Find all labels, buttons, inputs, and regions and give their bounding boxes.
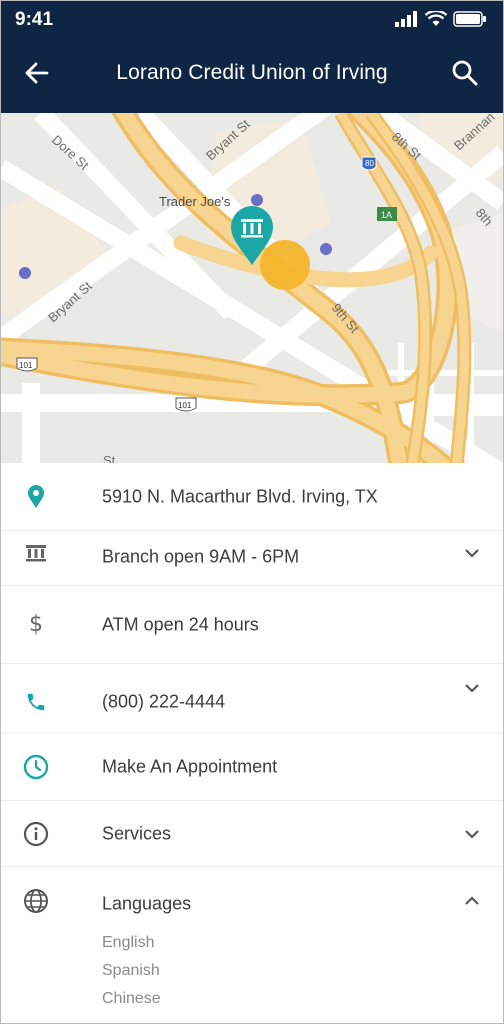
address-row[interactable]: 5910 N. Macarthur Blvd. Irving, TX: [1, 464, 503, 531]
chevron-down-icon[interactable]: [461, 542, 483, 564]
page-title: Lorano Credit Union of Irving: [116, 61, 388, 84]
location-pin-icon: [23, 484, 49, 510]
appointment-row[interactable]: Make An Appointment: [1, 733, 503, 801]
appointment-text[interactable]: Make An Appointment: [102, 756, 277, 777]
highway-101-shield-left: 101: [16, 357, 38, 372]
address-text: 5910 N. Macarthur Blvd. Irving, TX: [102, 486, 378, 507]
svg-text:1A: 1A: [381, 210, 392, 220]
services-row[interactable]: Services: [1, 801, 503, 867]
bank-building-icon: [23, 540, 49, 566]
language-item: English: [102, 934, 155, 951]
services-text: Services: [102, 823, 172, 843]
current-location-dot: [260, 240, 310, 290]
info-icon: [23, 821, 49, 847]
phone-icon: [23, 689, 49, 715]
languages-row[interactable]: Languages English Spanish Chinese: [1, 867, 503, 1023]
search-icon[interactable]: [451, 59, 479, 87]
svg-text:101: 101: [19, 361, 33, 370]
atm-hours-text: ATM open 24 hours: [102, 614, 259, 634]
highway-80-shield: 80: [361, 156, 377, 171]
wifi-icon: [425, 11, 447, 26]
languages-text: Languages: [102, 893, 192, 914]
poi-shopping-icon: [19, 267, 31, 279]
svg-text:101: 101: [178, 401, 192, 410]
app-screen: 9:41 Lorano Credit Union of Irving Dore …: [0, 0, 504, 1024]
poi-shopping-icon: [320, 243, 332, 255]
map-label-bottom-st: St: [103, 453, 116, 463]
map-canvas: Dore St Bryant St Bryant St 8th St Brann…: [1, 113, 503, 463]
battery-icon: [453, 11, 486, 27]
dollar-icon: $: [29, 612, 43, 637]
branch-hours-text: Branch open 9AM - 6PM: [102, 546, 300, 567]
language-item: Spanish: [102, 962, 160, 979]
poi-shopping-icon: [251, 194, 263, 206]
svg-text:80: 80: [365, 159, 374, 168]
status-bar: 9:41: [1, 1, 503, 41]
signal-icon: [395, 11, 417, 27]
chevron-down-icon[interactable]: [461, 677, 483, 699]
phone-text[interactable]: (800) 222-4444: [102, 692, 225, 713]
atm-hours-row: $ ATM open 24 hours: [1, 586, 503, 664]
status-time: 9:41: [15, 9, 54, 30]
title-bar: Lorano Credit Union of Irving: [1, 43, 503, 105]
phone-row[interactable]: (800) 222-4444: [1, 664, 503, 733]
chevron-down-icon[interactable]: [461, 823, 483, 845]
branch-hours-row[interactable]: Branch open 9AM - 6PM: [1, 531, 503, 586]
globe-icon: [23, 888, 49, 914]
chevron-up-icon[interactable]: [461, 890, 483, 912]
app-header: 9:41 Lorano Credit Union of Irving: [1, 1, 503, 113]
status-icons: [395, 11, 487, 27]
exit-1a-sign: 1A: [377, 207, 397, 221]
branch-map[interactable]: Dore St Bryant St Bryant St 8th St Brann…: [1, 113, 503, 463]
branch-details-list: 5910 N. Macarthur Blvd. Irving, TX Branc…: [1, 464, 503, 1023]
map-label-trader-joes: Trader Joe's: [159, 194, 231, 209]
highway-101-shield-mid: 101: [175, 397, 197, 412]
clock-icon: [23, 754, 49, 780]
language-item: Chinese: [102, 990, 161, 1007]
